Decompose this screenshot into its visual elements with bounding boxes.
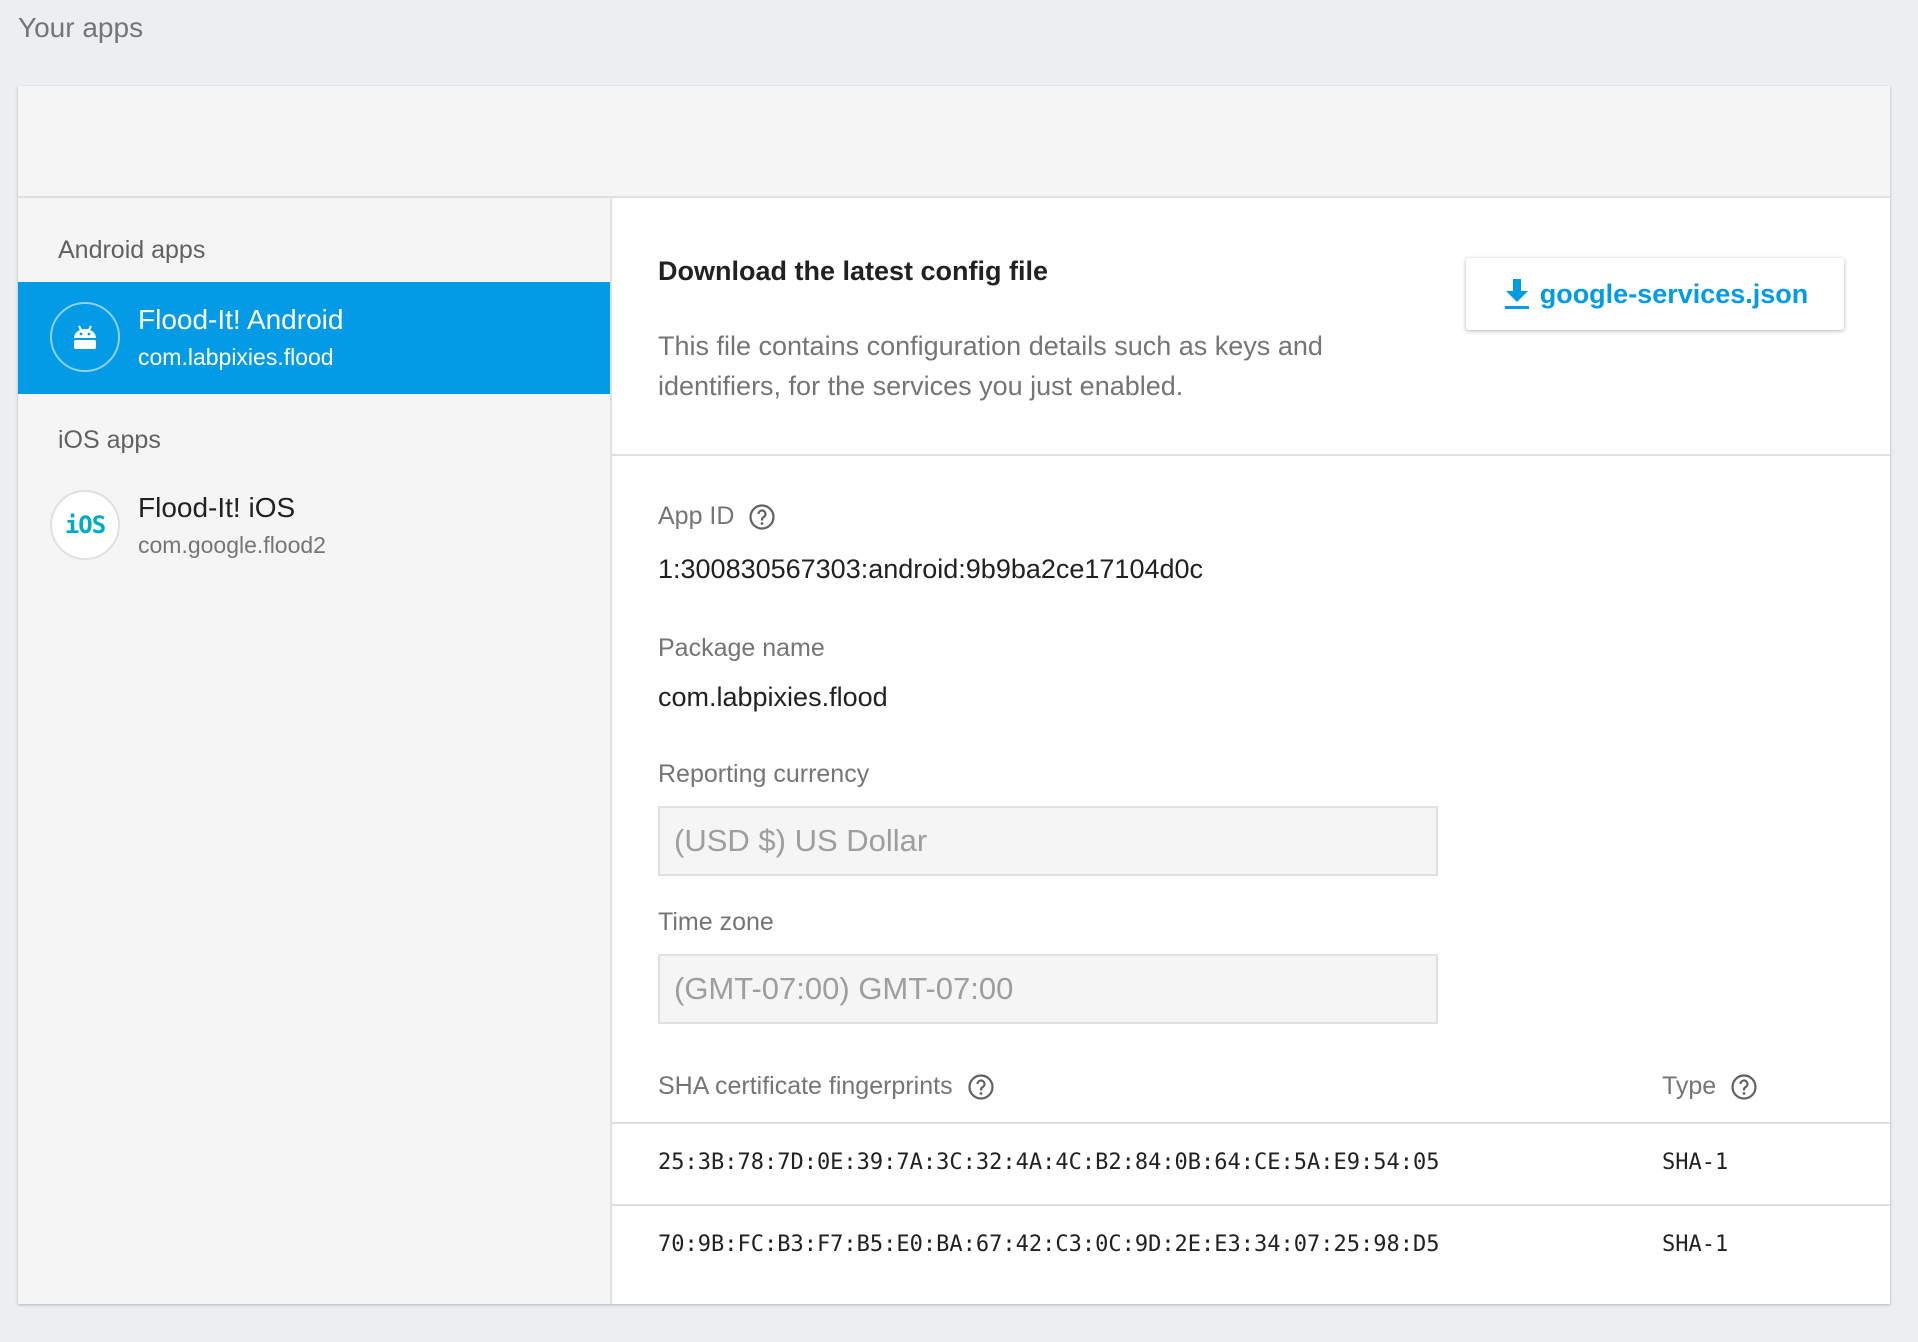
sha-fingerprints-header: SHA certificate fingerprints [658,1072,995,1101]
ios-icon-text: iOS [64,511,106,539]
app-package: com.google.flood2 [138,532,326,558]
app-sidebar: Android apps Flood-It! Android com.labpi… [18,198,612,1304]
sha-table-row: 70:9B:FC:B3:F7:B5:E0:BA:67:42:C3:0C:9D:2… [612,1206,1890,1286]
sha-type-header: Type [1662,1072,1758,1101]
type-help-icon[interactable] [1730,1073,1758,1101]
sha-help-icon[interactable] [967,1073,995,1101]
ios-icon: iOS [50,490,120,560]
card-header [18,86,1890,198]
apps-card: Android apps Flood-It! Android com.labpi… [18,86,1890,1304]
app-id-value: 1:300830567303:android:9b9ba2ce17104d0c [658,554,1204,584]
download-icon [1502,277,1532,311]
reporting-currency-label: Reporting currency [658,760,870,788]
sha-table-row: 25:3B:78:7D:0E:39:7A:3C:32:4A:4C:B2:84:0… [612,1124,1890,1206]
app-name: Flood-It! iOS [138,492,296,523]
app-package: com.labpixies.flood [138,344,334,370]
config-section: Download the latest config file This fil… [612,198,1890,456]
app-id-label: App ID [658,502,776,531]
app-item-flood-it-android[interactable]: Flood-It! Android com.labpixies.flood [18,282,610,394]
reporting-currency-field[interactable] [658,806,1438,876]
config-title: Download the latest config file [658,256,1049,286]
page-title: Your apps [18,12,144,43]
sha-fingerprint: 70:9B:FC:B3:F7:B5:E0:BA:67:42:C3:0C:9D:2… [658,1232,1440,1257]
time-zone-field[interactable] [658,954,1438,1024]
app-id-help-icon[interactable] [748,503,776,531]
sha-fingerprint: 25:3B:78:7D:0E:39:7A:3C:32:4A:4C:B2:84:0… [658,1150,1440,1175]
android-icon [50,302,120,372]
sha-type: SHA-1 [1662,1232,1729,1257]
android-apps-label: Android apps [58,236,206,264]
app-name: Flood-It! Android [138,304,344,335]
app-details: Download the latest config file This fil… [612,198,1890,1304]
app-item-flood-it-ios[interactable]: iOS Flood-It! iOS com.google.flood2 [18,470,610,582]
sha-type: SHA-1 [1662,1150,1729,1175]
package-name-value: com.labpixies.flood [658,682,888,712]
time-zone-label: Time zone [658,908,774,936]
config-description: This file contains configuration details… [658,331,1323,401]
app-id-label-text: App ID [658,502,735,530]
sha-fingerprints-header-text: SHA certificate fingerprints [658,1072,953,1100]
sha-type-header-text: Type [1662,1072,1717,1100]
download-config-button[interactable]: google-services.json [1466,258,1844,330]
package-name-label: Package name [658,634,825,662]
ios-apps-label: iOS apps [58,426,161,454]
sha-table-header: SHA certificate fingerprints Type [612,1060,1890,1124]
download-button-label: google-services.json [1539,278,1809,309]
